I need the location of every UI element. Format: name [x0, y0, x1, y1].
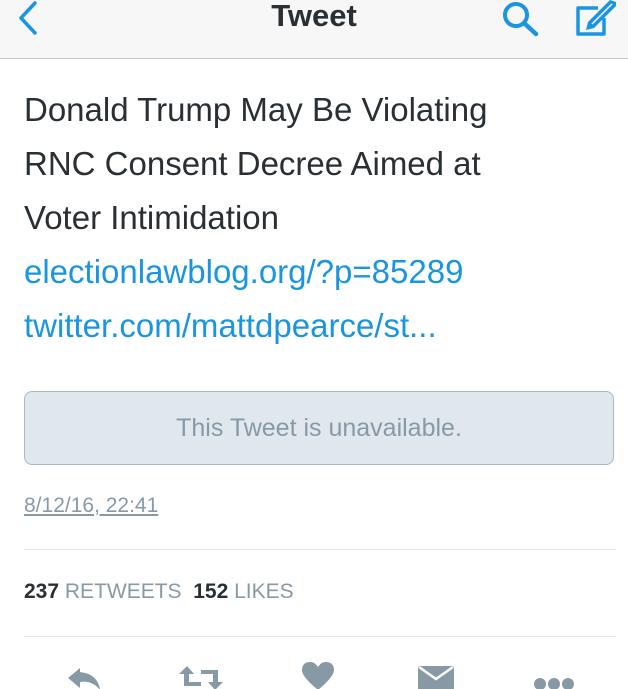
tweet-detail-screen: Tweet Donald Trump May Be Violating RNC …: [0, 0, 628, 689]
tweet-link-twitter[interactable]: twitter.com/mattdpearce/st...: [24, 299, 614, 353]
retweet-icon: [179, 666, 223, 689]
likes-count: 152: [193, 580, 229, 603]
compose-icon: [576, 0, 616, 36]
retweets-stat[interactable]: 237 RETWEETS: [24, 580, 182, 603]
tweet-link-electionlawblog[interactable]: electionlawblog.org/?p=85289: [24, 245, 614, 299]
likes-label: LIKES: [234, 580, 294, 603]
retweet-button[interactable]: [176, 660, 226, 689]
navigation-bar: Tweet: [0, 0, 628, 59]
likes-stat[interactable]: 152 LIKES: [193, 580, 293, 603]
tweet-stats: 237 RETWEETS 152 LIKES: [24, 580, 294, 604]
tweet-timestamp[interactable]: 8/12/16, 22:41: [24, 494, 158, 518]
quoted-tweet-unavailable-card: This Tweet is unavailable.: [24, 391, 614, 465]
search-icon: [503, 2, 539, 37]
heart-icon: [302, 662, 334, 689]
reply-button[interactable]: [62, 660, 106, 689]
search-button[interactable]: [496, 0, 544, 38]
retweets-label: RETWEETS: [64, 580, 182, 603]
compose-button[interactable]: [570, 0, 620, 38]
like-button[interactable]: [296, 660, 340, 689]
tweet-text-line: Voter Intimidation: [24, 199, 279, 236]
divider: [24, 549, 616, 550]
retweets-count: 237: [24, 580, 60, 603]
divider: [24, 636, 616, 637]
more-icon: [534, 678, 574, 689]
envelope-icon: [418, 665, 454, 689]
reply-icon: [68, 668, 100, 689]
direct-message-button[interactable]: [414, 660, 458, 689]
unavailable-message: This Tweet is unavailable.: [176, 413, 462, 442]
tweet-text-line: RNC Consent Decree Aimed at: [24, 145, 481, 182]
tweet-text-line: Donald Trump May Be Violating: [24, 91, 488, 128]
tweet-text: Donald Trump May Be Violating RNC Consen…: [24, 83, 614, 353]
more-options-button[interactable]: [528, 660, 580, 689]
